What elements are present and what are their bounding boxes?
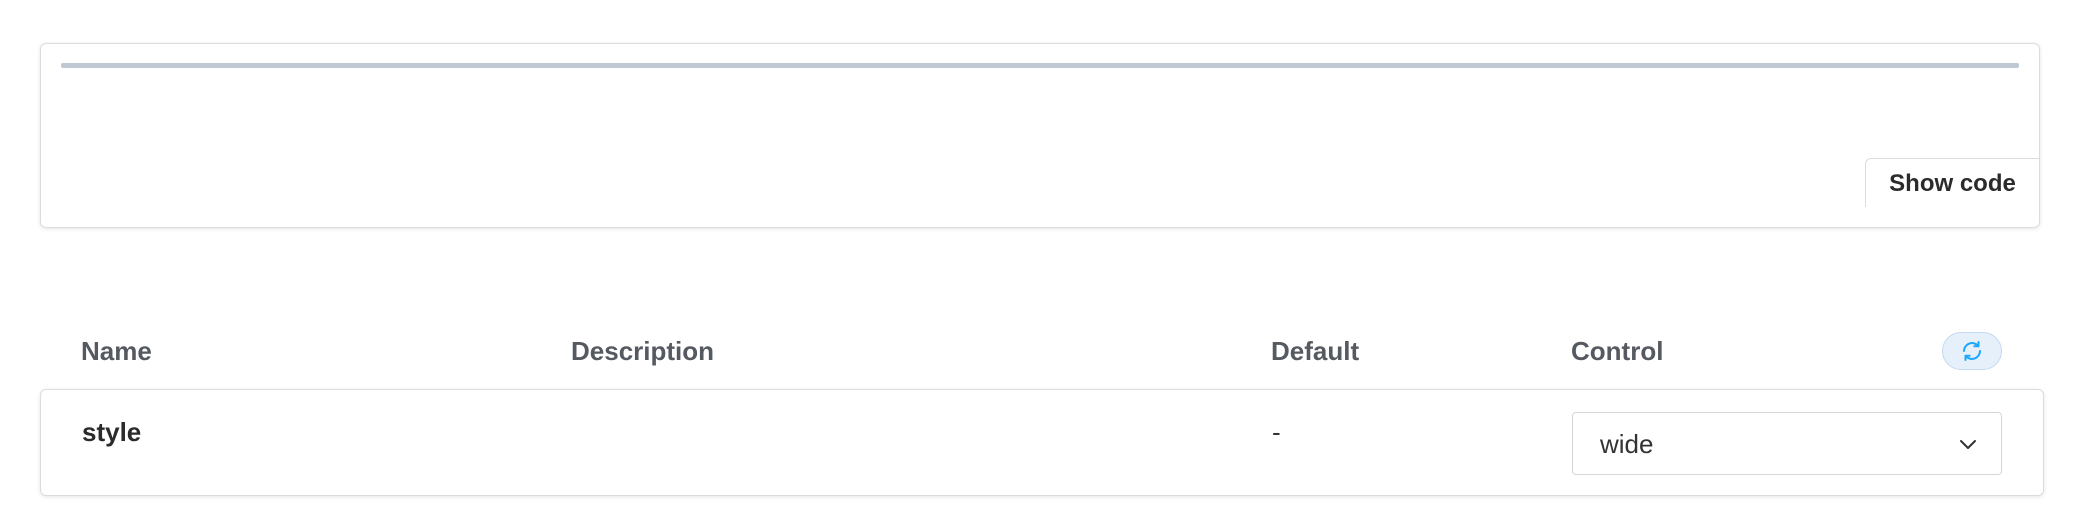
arg-default-value: - (1272, 417, 1281, 447)
select-value: wide (1600, 429, 1654, 459)
style-select[interactable]: wide (1572, 412, 2002, 475)
arg-name: style (82, 417, 142, 447)
column-header-control: Control (1571, 336, 1664, 366)
column-header-description: Description (571, 336, 715, 366)
reset-controls-button[interactable] (1942, 332, 2002, 370)
story-preview-panel: Show code (40, 43, 2040, 228)
preview-divider (61, 63, 2019, 68)
args-table-header: Name Description Default Control (40, 330, 2044, 372)
column-header-name: Name (81, 336, 152, 366)
column-header-default: Default (1271, 336, 1360, 366)
args-table-body: style - wide (40, 389, 2044, 496)
sync-icon (1960, 339, 1984, 363)
chevron-down-icon (1957, 433, 1979, 455)
show-code-button[interactable]: Show code (1865, 158, 2039, 207)
